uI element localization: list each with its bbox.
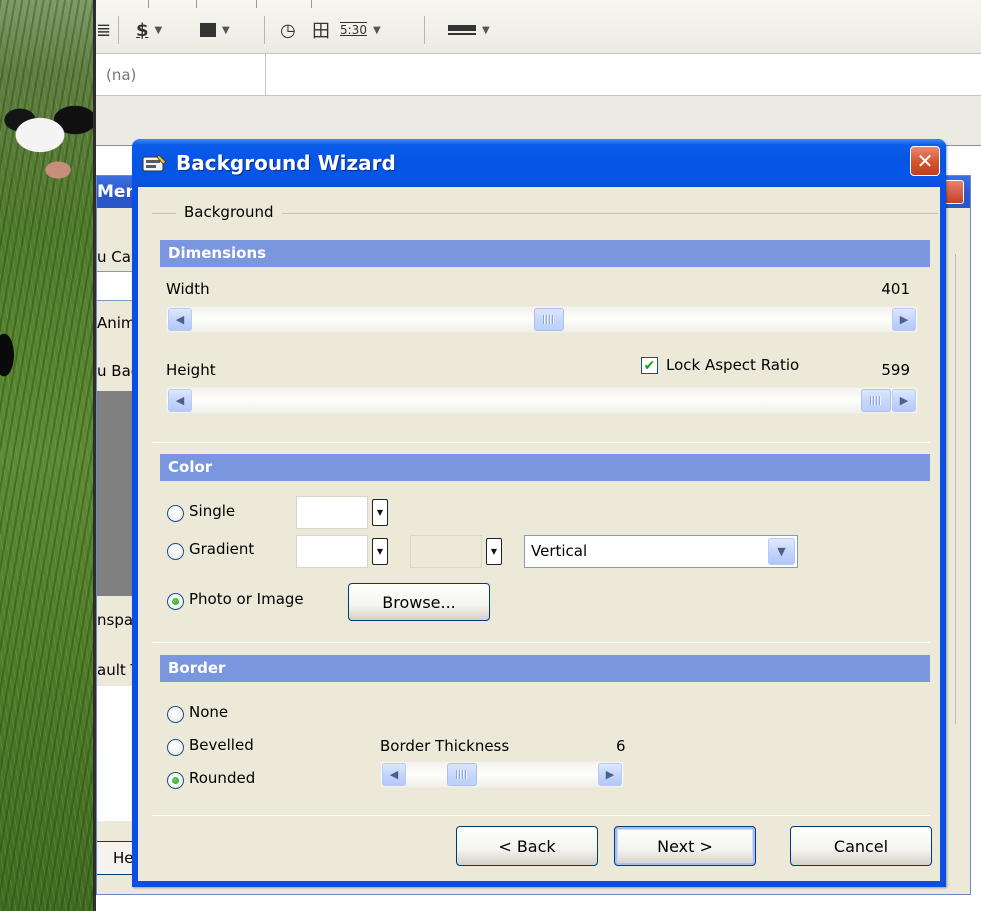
gradient-start-swatch[interactable] [296, 535, 368, 568]
arrow-right-icon: ▶ [899, 394, 909, 407]
border-thickness-slider[interactable]: ◀ ▶ [380, 761, 624, 788]
chevron-down-icon: ▼ [490, 547, 498, 556]
gradient-direction-select[interactable]: Vertical ▼ [524, 535, 798, 568]
background-wizard-window: Background Wizard ✕ Background Dimension… [132, 139, 946, 887]
color-photo-radio[interactable] [167, 593, 184, 610]
menu-list [97, 686, 137, 821]
height-slider[interactable]: ◀ ▶ [166, 387, 918, 414]
toolbar-separator [118, 16, 119, 44]
width-slider[interactable]: ◀ ▶ [166, 306, 918, 333]
scroll-right-button[interactable]: ▶ [892, 389, 916, 412]
toolbar-separator [424, 16, 425, 44]
lock-aspect-label[interactable]: Lock Aspect Ratio [666, 356, 799, 374]
chevron-down-icon[interactable]: ▼ [373, 25, 381, 36]
section-header-border: Border [160, 655, 930, 682]
cancel-button[interactable]: Cancel [790, 826, 932, 866]
divider [152, 815, 930, 816]
chevron-down-icon: ▼ [376, 508, 384, 517]
menu-label: nspa [97, 611, 134, 629]
gradient-start-dropdown[interactable]: ▼ [372, 538, 388, 565]
menu-frame [950, 254, 956, 724]
wizard-titlebar[interactable]: Background Wizard ✕ [132, 139, 946, 187]
height-value: 599 [881, 361, 910, 379]
next-button[interactable]: Next > [614, 826, 756, 866]
border-thickness-thumb[interactable] [447, 763, 477, 786]
divider [152, 442, 930, 443]
width-value: 401 [881, 280, 910, 298]
arrow-left-icon: ◀ [175, 394, 185, 407]
color-single-radio[interactable] [167, 505, 184, 522]
close-icon: ✕ [916, 149, 934, 173]
border-bevelled-label[interactable]: Bevelled [189, 736, 254, 754]
cell-reference[interactable]: (na) [96, 54, 266, 96]
menu-label: u Ca [97, 248, 131, 266]
color-photo-label[interactable]: Photo or Image [189, 590, 304, 608]
chevron-down-icon[interactable]: ▼ [768, 538, 795, 565]
scroll-left-button[interactable]: ◀ [168, 389, 192, 412]
table-icon[interactable]: 田 [312, 18, 330, 42]
height-label: Height [166, 361, 216, 379]
color-single-label[interactable]: Single [189, 502, 235, 520]
arrow-right-icon: ▶ [899, 313, 909, 326]
arrow-right-icon: ▶ [605, 768, 615, 781]
gradient-end-swatch[interactable] [410, 535, 482, 568]
dollar-icon[interactable]: $ ▼ [136, 18, 162, 42]
color-gradient-label[interactable]: Gradient [189, 540, 254, 558]
fill-icon[interactable]: ▼ [200, 18, 230, 42]
scroll-right-button[interactable]: ▶ [892, 308, 916, 331]
time-format-icon[interactable]: 5:30 ▼ [340, 18, 381, 42]
line-style-icon[interactable]: ▼ [448, 18, 490, 42]
menu-preview [97, 391, 137, 596]
gradient-end-dropdown[interactable]: ▼ [486, 538, 502, 565]
divider [152, 642, 930, 643]
lock-aspect-checkbox[interactable]: ✔ [641, 357, 658, 374]
formula-bar: (na) [96, 54, 981, 96]
clock-icon[interactable]: ◷ [280, 18, 296, 42]
section-header-color: Color [160, 454, 930, 481]
app-toolbar: ≣ $ ▼ ▼ ◷ 田 5:30 ▼ ▼ [96, 0, 981, 54]
wizard-icon [142, 154, 167, 172]
width-slider-thumb[interactable] [534, 308, 564, 331]
close-button[interactable]: ✕ [910, 146, 940, 176]
menu-field[interactable] [97, 271, 137, 301]
menu-label: Anim [97, 314, 136, 332]
single-color-swatch[interactable] [296, 496, 368, 529]
scroll-left-button[interactable]: ◀ [168, 308, 192, 331]
scroll-right-button[interactable]: ▶ [598, 763, 622, 786]
chevron-down-icon: ▼ [376, 547, 384, 556]
wizard-title: Background Wizard [176, 151, 396, 175]
single-color-dropdown[interactable]: ▼ [372, 499, 388, 526]
arrow-left-icon: ◀ [175, 313, 185, 326]
border-rounded-label[interactable]: Rounded [189, 769, 255, 787]
color-gradient-radio[interactable] [167, 543, 184, 560]
group-label: Background [176, 203, 282, 221]
width-label: Width [166, 280, 210, 298]
desktop-photo [0, 0, 96, 911]
toolbar-separator [264, 16, 265, 44]
gradient-direction-value: Vertical [531, 542, 588, 560]
border-none-radio[interactable] [167, 706, 184, 723]
wizard-body: Background Dimensions Width 401 ◀ ▶ Heig… [138, 187, 940, 881]
border-bevelled-radio[interactable] [167, 739, 184, 756]
border-none-label[interactable]: None [189, 703, 228, 721]
section-header-dimensions: Dimensions [160, 240, 930, 267]
border-thickness-label: Border Thickness [380, 737, 510, 755]
border-thickness-value: 6 [616, 737, 626, 755]
back-button[interactable]: < Back [456, 826, 598, 866]
chevron-down-icon[interactable]: ▼ [155, 25, 163, 36]
chevron-down-icon[interactable]: ▼ [222, 25, 230, 36]
scroll-left-button[interactable]: ◀ [382, 763, 406, 786]
height-slider-thumb[interactable] [861, 389, 891, 412]
toolbar-top-strip [96, 0, 416, 8]
border-rounded-radio[interactable] [167, 772, 184, 789]
check-icon: ✔ [643, 357, 656, 374]
align-icon[interactable]: ≣ [96, 18, 111, 42]
chevron-down-icon[interactable]: ▼ [482, 25, 490, 36]
arrow-left-icon: ◀ [389, 768, 399, 781]
browse-button[interactable]: Browse... [348, 583, 490, 621]
